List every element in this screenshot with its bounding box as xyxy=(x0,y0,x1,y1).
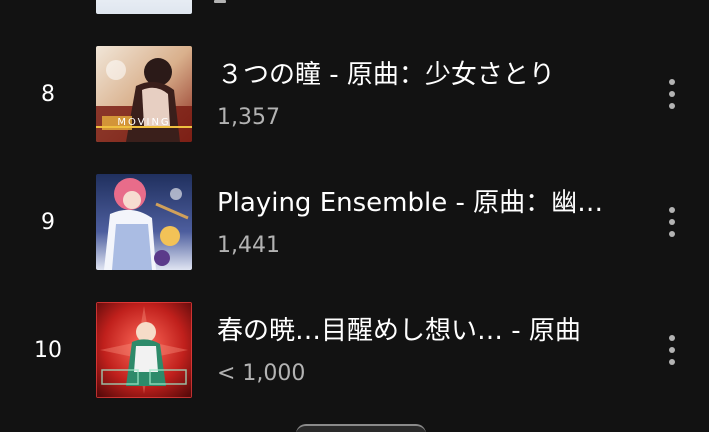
album-cover-art xyxy=(96,302,192,398)
more-options-button[interactable] xyxy=(652,328,692,372)
track-number: 8 xyxy=(41,82,55,107)
track-plays: < 1,000 xyxy=(217,361,306,386)
album-cover-art: MOVING xyxy=(96,46,192,142)
more-vertical-icon xyxy=(669,91,675,97)
more-options-button[interactable] xyxy=(652,72,692,116)
more-vertical-icon xyxy=(669,231,675,237)
more-vertical-icon xyxy=(669,359,675,365)
track-title: 春の暁…目醒めし想い… - 原曲 xyxy=(217,316,581,346)
track-title: ３つの瞳 - 原曲：少女さとり xyxy=(217,60,555,90)
track-plays: 1,441 xyxy=(217,233,280,258)
more-vertical-icon xyxy=(669,335,675,341)
previous-row-plays-sliver xyxy=(214,0,226,3)
cover-logo-text: MOVING xyxy=(117,117,170,128)
track-row-10[interactable]: 10 春の暁…目醒めし想い… - 原曲 < 1,000 xyxy=(0,302,709,414)
album-cover-art xyxy=(96,174,192,270)
track-number: 10 xyxy=(34,338,62,363)
more-vertical-icon xyxy=(669,219,675,225)
track-title: Playing Ensemble - 原曲：幽霊楽団 xyxy=(217,188,627,218)
more-vertical-icon xyxy=(669,347,675,353)
more-vertical-icon xyxy=(669,207,675,213)
more-vertical-icon xyxy=(669,103,675,109)
more-vertical-icon xyxy=(669,79,675,85)
track-number: 9 xyxy=(41,210,55,235)
bottom-sheet-handle[interactable] xyxy=(296,424,426,432)
track-list-screen: 8 MOVING ３つの瞳 - 原曲：少女さとり 1,357 9 Playing… xyxy=(0,0,709,432)
album-cover-previous[interactable] xyxy=(96,0,192,14)
track-row-9[interactable]: 9 Playing Ensemble - 原曲：幽霊楽団 1,441 xyxy=(0,174,709,286)
track-plays: 1,357 xyxy=(217,105,280,130)
more-options-button[interactable] xyxy=(652,200,692,244)
track-row-8[interactable]: 8 MOVING ３つの瞳 - 原曲：少女さとり 1,357 xyxy=(0,46,709,158)
